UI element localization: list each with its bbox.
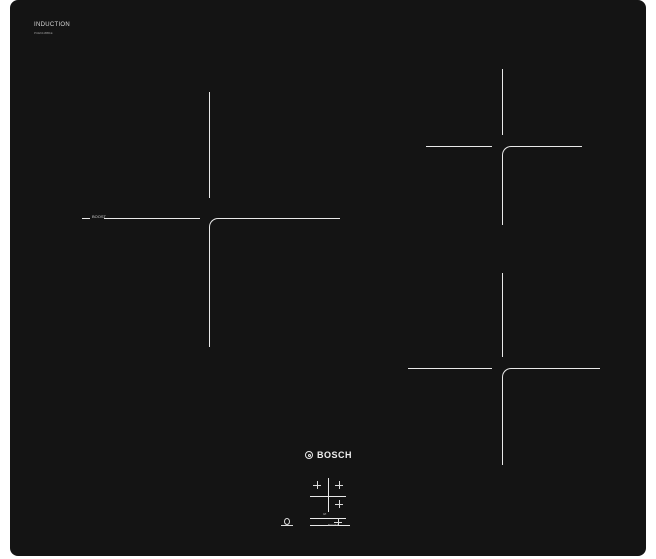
control-divider-horizontal (310, 496, 346, 497)
zone-select-front-left-plus-icon[interactable] (313, 481, 321, 489)
timer-icon-circle (284, 518, 290, 525)
boost-marker-line (82, 218, 90, 219)
model-label: PUE611BB1E (34, 31, 53, 35)
power-label: 0/I (323, 512, 327, 516)
zone-left-horizontal-left (104, 218, 200, 219)
induction-label: INDUCTION (34, 22, 71, 28)
zone-right-bottom-vertical (502, 273, 503, 357)
boost-control-label[interactable]: BOOST (328, 523, 339, 527)
bosch-logo: BOSCH (305, 450, 352, 460)
timer-icon[interactable] (281, 518, 293, 526)
bosch-ring-logo-icon (305, 451, 313, 459)
zone-select-rear-right-plus-icon[interactable] (335, 481, 343, 489)
zone-right-top-horizontal (426, 146, 492, 147)
control-divider-vertical (328, 478, 329, 512)
brand-name: BOSCH (317, 450, 353, 460)
zone-right-top-corner (502, 146, 582, 225)
cooktop-surface: INDUCTION PUE611BB1E BOOST BOSCH 0/I BOO… (10, 0, 646, 556)
zone-right-bottom-corner (502, 368, 600, 465)
zone-right-top-vertical (502, 69, 503, 135)
zone-left-vertical-top (209, 92, 210, 198)
zone-select-front-right-plus-icon[interactable] (335, 500, 343, 508)
zone-right-bottom-horizontal (408, 368, 492, 369)
timer-icon-bar (281, 525, 293, 526)
zone-left-corner (209, 218, 340, 347)
boost-label[interactable]: BOOST (92, 214, 106, 219)
